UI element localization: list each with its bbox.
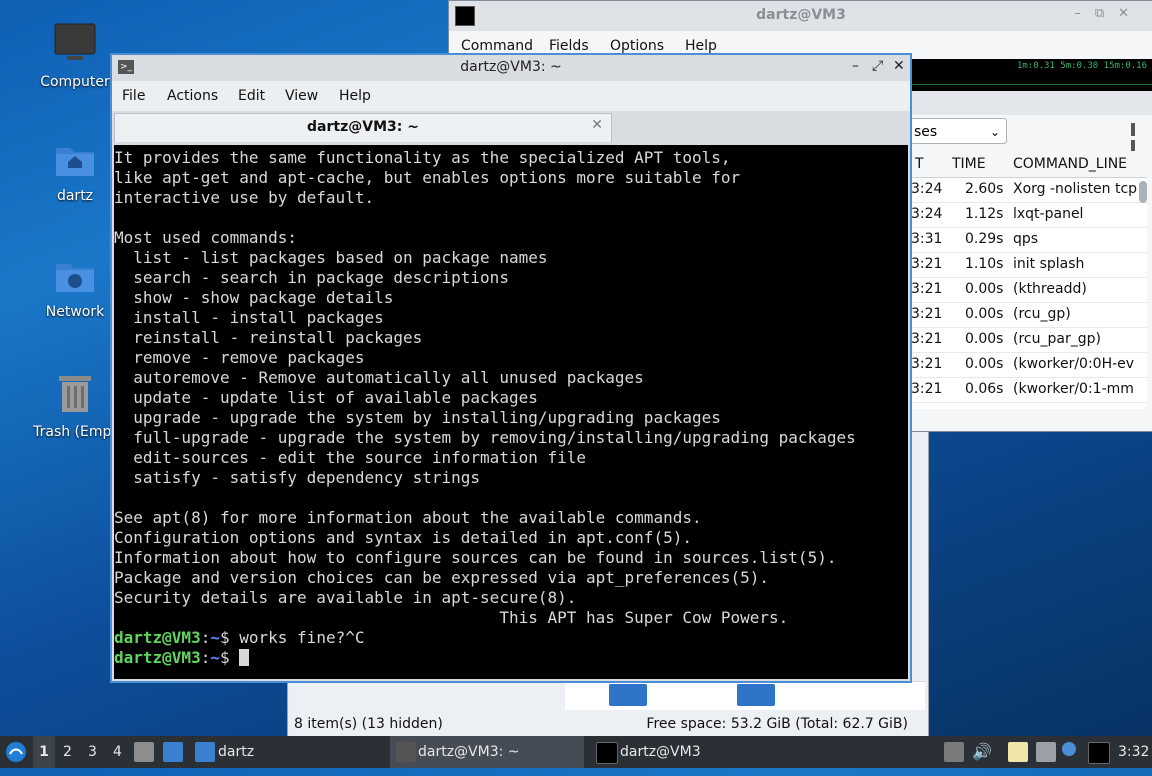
tab-close-icon[interactable]: ✕ (591, 117, 603, 133)
terminal-task-icon (396, 742, 416, 762)
desktop-launcher-icon[interactable] (163, 742, 183, 762)
maximize-icon[interactable]: ⤢ (872, 58, 883, 74)
load-average: 1m:0.31 5m:0.30 15m:0.16 (1016, 61, 1147, 71)
status-items: 8 item(s) (13 hidden) (294, 716, 443, 732)
table-row[interactable]: 3:21 1.10s init splash (911, 253, 1147, 278)
column-start[interactable]: T (915, 156, 924, 172)
process-table: T TIME COMMAND_LINE 3:24 2.60s Xorg -nolis… (911, 151, 1147, 409)
workspace-1[interactable]: 1 (33, 736, 55, 768)
file-manager-toolbar (565, 681, 925, 710)
filter-value: ses (914, 124, 938, 140)
start-menu-button[interactable] (4, 736, 28, 768)
prompt-user: dartz@VM3 (114, 628, 201, 647)
menu-actions[interactable]: Actions (167, 88, 218, 104)
table-row[interactable]: 3:21 0.00s (kworker/0:0H-ev (911, 353, 1147, 378)
text-cursor (239, 649, 250, 666)
command-text: works fine?^C (239, 628, 365, 647)
minimize-icon[interactable]: – (852, 58, 859, 74)
chevron-down-icon: ⌄ (989, 125, 1000, 139)
qps-task-icon (596, 742, 618, 764)
table-row[interactable]: 3:21 0.00s (rcu_par_gp) (911, 328, 1147, 353)
qps-tray-icon[interactable] (1088, 742, 1110, 764)
prompt-user: dartz@VM3 (114, 648, 201, 667)
status-free-space: Free space: 53.2 GiB (Total: 62.7 GiB) (646, 716, 908, 732)
terminal-screen[interactable]: It provides the same functionality as th… (114, 145, 908, 679)
taskbar: 1 2 3 4 dartz dartz@VM3: ~ dartz@VM3 🔊 3… (0, 736, 1152, 768)
prompt-dir: ~ (210, 648, 220, 667)
tab-terminal[interactable]: dartz@VM3: ~ ✕ (114, 113, 612, 142)
terminal-title: dartz@VM3: ~ (460, 59, 562, 75)
column-time[interactable]: TIME (952, 156, 986, 172)
table-row[interactable]: 3:24 1.12s lxqt-panel (911, 203, 1147, 228)
terminal-tabbar: dartz@VM3: ~ ✕ (112, 111, 910, 143)
network-status-icon[interactable] (1036, 742, 1056, 762)
workspace-3[interactable]: 3 (88, 736, 97, 768)
table-row[interactable]: 3:21 0.06s (kworker/0:1-mm (911, 378, 1147, 403)
workspace-4[interactable]: 4 (113, 736, 122, 768)
terminal-window: >_ dartz@VM3: ~ – ⤢ ✕ File Actions Edit … (110, 53, 912, 683)
document-icon[interactable] (609, 684, 647, 706)
table-row[interactable]: 3:21 0.00s (rcu_gp) (911, 303, 1147, 328)
menu-edit[interactable]: Edit (238, 88, 265, 104)
column-command-line[interactable]: COMMAND_LINE (1013, 156, 1127, 172)
close-icon[interactable]: ✕ (893, 58, 905, 74)
file-manager-statusbar: 8 item(s) (13 hidden) Free space: 53.2 G… (288, 712, 928, 736)
workspace-2[interactable]: 2 (63, 736, 72, 768)
window-controls[interactable]: –⧉✕ (1074, 6, 1143, 21)
table-row[interactable]: 3:24 2.60s Xorg -nolisten tcp (911, 178, 1147, 203)
menu-help[interactable]: Help (685, 38, 717, 54)
video-icon[interactable] (737, 684, 775, 706)
prompt-dir: ~ (210, 628, 220, 647)
clock[interactable]: 3:32 (1118, 736, 1149, 768)
menu-file[interactable]: File (122, 88, 145, 104)
table-header: T TIME COMMAND_LINE (911, 151, 1147, 178)
menu-fields[interactable]: Fields (549, 38, 589, 54)
clipboard-icon[interactable] (944, 742, 964, 762)
menu-view[interactable]: View (285, 88, 318, 104)
menu-command[interactable]: Command (461, 38, 533, 54)
lxqt-logo-icon (6, 742, 26, 762)
folder-icon (195, 742, 215, 762)
menu-help[interactable]: Help (339, 88, 371, 104)
table-row[interactable]: 3:21 0.00s (kthreadd) (911, 278, 1147, 303)
process-filter-select[interactable]: ses ⌄ (909, 118, 1007, 144)
terminal-menubar: File Actions Edit View Help (112, 81, 910, 111)
files-launcher-icon[interactable] (134, 742, 154, 762)
notification-icon[interactable] (1062, 742, 1076, 756)
menu-options[interactable]: Options (610, 38, 664, 54)
task-terminal[interactable]: dartz@VM3: ~ (390, 736, 584, 768)
table-scrollbar[interactable] (1139, 181, 1147, 203)
table-row[interactable]: 3:31 0.29s qps (911, 228, 1147, 253)
qps-title: dartz@VM3 (756, 7, 846, 23)
task-qps[interactable]: dartz@VM3 (620, 736, 701, 768)
terminal-titlebar[interactable]: >_ dartz@VM3: ~ – ⤢ ✕ (112, 55, 910, 81)
tab-label: dartz@VM3: ~ (307, 119, 419, 135)
pause-icon[interactable] (1131, 123, 1143, 153)
folder-launcher-label[interactable]: dartz (218, 736, 254, 768)
qps-titlebar[interactable]: dartz@VM3 –⧉✕ (449, 1, 1152, 31)
volume-icon[interactable]: 🔊 (972, 736, 992, 768)
notes-icon[interactable] (1008, 742, 1028, 762)
terminal-output: It provides the same functionality as th… (114, 148, 856, 627)
